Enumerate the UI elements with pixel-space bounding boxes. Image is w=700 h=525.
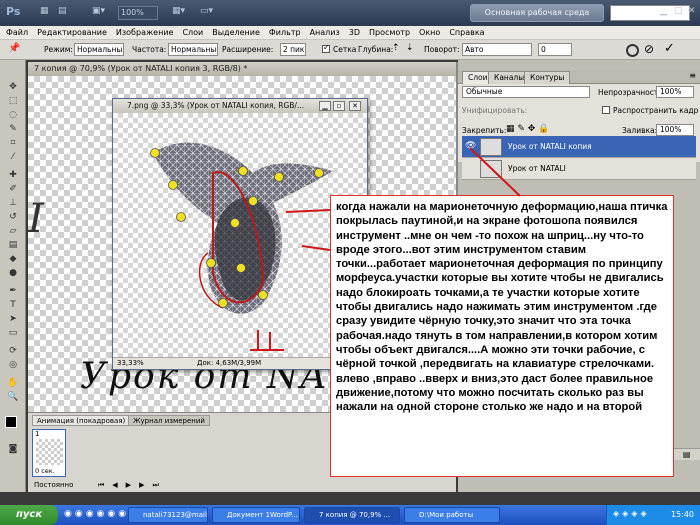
task-photoshop[interactable]: 7 копия @ 70,9% ... bbox=[304, 507, 400, 523]
task-mail[interactable]: natali73123@mail.r... bbox=[128, 507, 208, 523]
quick-launch-icons[interactable]: ◉◉◉◉◉◉ bbox=[64, 509, 129, 519]
start-button[interactable]: пуск bbox=[0, 505, 58, 525]
system-tray: ◈◈◈◈ 15:40 bbox=[606, 505, 700, 525]
task-word[interactable]: Документ 1WordP... bbox=[212, 507, 300, 523]
tray-icons[interactable]: ◈◈◈◈ bbox=[613, 509, 650, 518]
annotation-arrows bbox=[250, 147, 521, 351]
clock: 15:40 bbox=[670, 510, 694, 519]
taskbar: пуск ◉◉◉◉◉◉ natali73123@mail.r... Докуме… bbox=[0, 505, 700, 525]
task-folder[interactable]: D:\Мои работы bbox=[404, 507, 500, 523]
